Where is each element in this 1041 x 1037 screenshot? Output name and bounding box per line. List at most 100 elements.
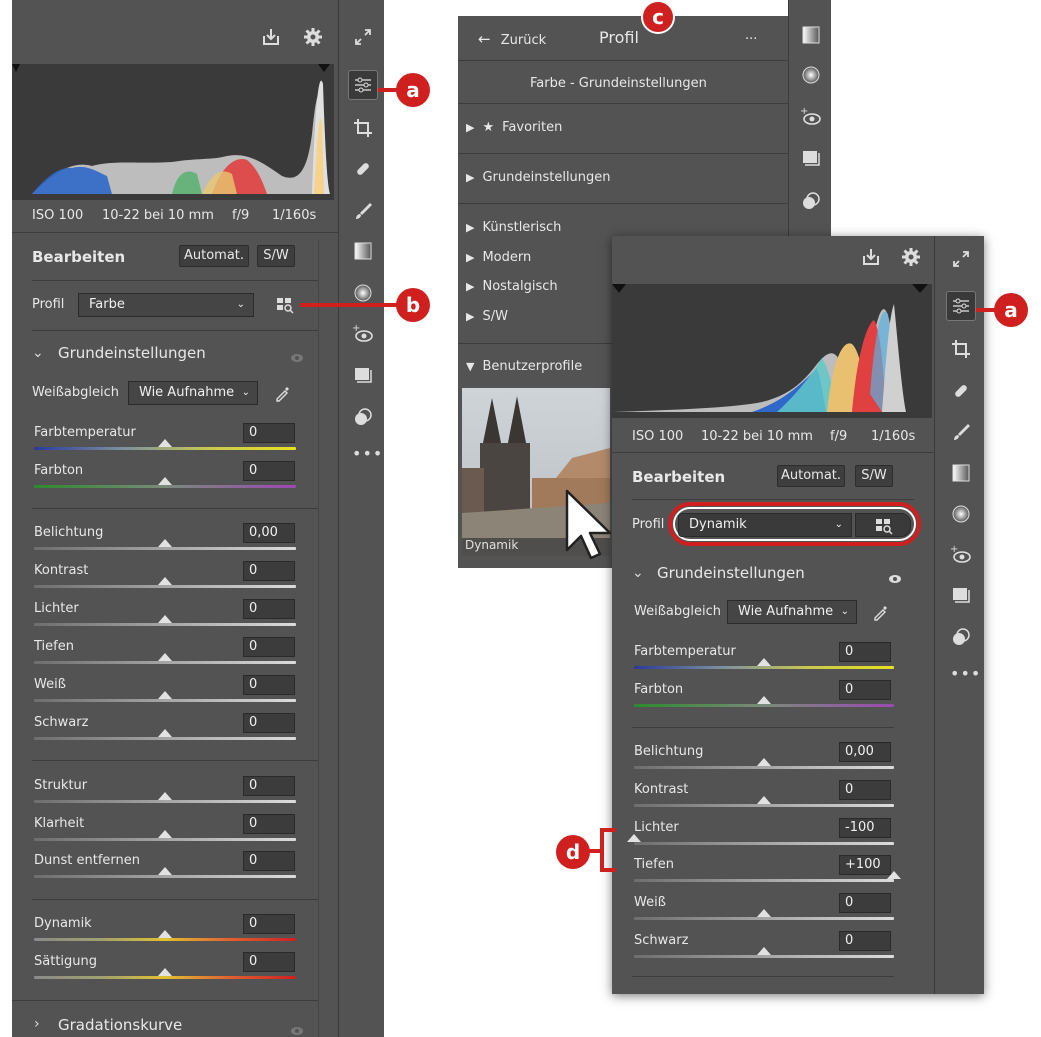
slider-thumb[interactable]: [627, 834, 641, 842]
slider-thumb[interactable]: [158, 867, 172, 875]
slider-thumb[interactable]: [757, 658, 771, 666]
auto-button[interactable]: Automat.: [777, 465, 845, 487]
slider-value-input[interactable]: +100: [839, 855, 891, 875]
slider-value-input[interactable]: 0: [243, 776, 295, 796]
slider-track[interactable]: [634, 955, 894, 958]
eyedropper-icon[interactable]: [870, 601, 892, 623]
slider-value-input[interactable]: 0: [243, 952, 295, 972]
slider-value-input[interactable]: 0,00: [839, 742, 891, 762]
section-title[interactable]: Grundeinstellungen: [657, 564, 805, 582]
profile-category-5[interactable]: ▶ Nostalgisch: [466, 279, 558, 294]
next-section-title[interactable]: Gradationskurve: [58, 1016, 182, 1034]
slider-value-input[interactable]: 0: [243, 675, 295, 695]
more-options-button[interactable]: ...: [745, 28, 757, 43]
eye-icon[interactable]: [888, 569, 902, 588]
profile-category-4[interactable]: ▶ Modern: [466, 250, 531, 265]
eye-icon[interactable]: [290, 1021, 304, 1037]
redeye-icon[interactable]: +: [352, 323, 374, 345]
linear-gradient-icon[interactable]: [950, 462, 972, 484]
slider-value-input[interactable]: -100: [839, 818, 891, 838]
slider-value-input[interactable]: 0: [243, 561, 295, 581]
export-icon[interactable]: [260, 26, 282, 48]
export-icon[interactable]: [860, 246, 882, 268]
fullscreen-icon[interactable]: [352, 26, 374, 48]
slider-thumb[interactable]: [757, 947, 771, 955]
slider-track[interactable]: [634, 666, 894, 669]
slider-value-input[interactable]: 0: [243, 713, 295, 733]
slider-value-input[interactable]: 0: [243, 423, 295, 443]
fullscreen-icon[interactable]: [950, 248, 972, 270]
slider-thumb[interactable]: [757, 696, 771, 704]
slider-thumb[interactable]: [158, 792, 172, 800]
radial-gradient-icon[interactable]: [352, 282, 374, 304]
profile-select[interactable]: Dynamik ⌄: [678, 513, 852, 537]
slider-thumb[interactable]: [158, 439, 172, 447]
gear-icon[interactable]: [302, 26, 324, 48]
redeye-icon[interactable]: +: [950, 544, 972, 566]
slider-track[interactable]: [34, 875, 296, 878]
crop-icon[interactable]: [950, 338, 972, 360]
presets-icon[interactable]: [950, 626, 972, 648]
slider-track[interactable]: [34, 699, 296, 702]
slider-value-input[interactable]: 0: [839, 642, 891, 662]
profile-browser-icon[interactable]: [274, 294, 296, 316]
radial-gradient-icon[interactable]: [800, 64, 822, 86]
slider-value-input[interactable]: 0: [839, 893, 891, 913]
slider-thumb[interactable]: [757, 758, 771, 766]
healing-icon[interactable]: [352, 158, 374, 180]
slider-thumb[interactable]: [887, 871, 901, 879]
profile-browser-button[interactable]: [855, 513, 911, 537]
more-icon[interactable]: •••: [352, 444, 383, 463]
slider-track[interactable]: [634, 842, 894, 845]
profile-category-2[interactable]: ▶ Grundeinstellungen: [466, 170, 611, 185]
slider-track[interactable]: [634, 766, 894, 769]
section-title[interactable]: Grundeinstellungen: [58, 344, 206, 362]
slider-thumb[interactable]: [158, 653, 172, 661]
slider-track[interactable]: [34, 585, 296, 588]
slider-thumb[interactable]: [158, 968, 172, 976]
brush-icon[interactable]: [950, 421, 972, 443]
presets-icon[interactable]: [352, 406, 374, 428]
gear-icon[interactable]: [900, 246, 922, 268]
redeye-icon[interactable]: +: [800, 106, 822, 128]
presets-icon[interactable]: [800, 190, 822, 212]
slider-thumb[interactable]: [158, 615, 172, 623]
slider-value-input[interactable]: 0: [243, 461, 295, 481]
wb-select[interactable]: Wie Aufnahme ⌄: [128, 381, 258, 405]
slider-thumb[interactable]: [158, 539, 172, 547]
slider-track[interactable]: [634, 879, 894, 882]
auto-button[interactable]: Automat.: [179, 245, 249, 267]
more-icon[interactable]: •••: [950, 664, 981, 683]
slider-track[interactable]: [34, 661, 296, 664]
slider-track[interactable]: [34, 800, 296, 803]
slider-value-input[interactable]: 0: [839, 680, 891, 700]
slider-value-input[interactable]: 0: [243, 599, 295, 619]
radial-gradient-icon[interactable]: [950, 503, 972, 525]
slider-value-input[interactable]: 0: [243, 914, 295, 934]
slider-track[interactable]: [34, 976, 296, 979]
slider-track[interactable]: [34, 547, 296, 550]
profile-category-7[interactable]: ▼ Benutzerprofile: [466, 359, 582, 374]
slider-thumb[interactable]: [757, 796, 771, 804]
wb-select[interactable]: Wie Aufnahme ⌄: [727, 600, 857, 624]
eyedropper-icon[interactable]: [272, 382, 294, 404]
slider-value-input[interactable]: 0: [839, 931, 891, 951]
slider-track[interactable]: [34, 447, 296, 450]
slider-thumb[interactable]: [757, 909, 771, 917]
back-button[interactable]: ← Zurück: [478, 30, 546, 48]
bw-button[interactable]: S/W: [855, 465, 893, 487]
slider-track[interactable]: [634, 804, 894, 807]
slider-thumb[interactable]: [158, 577, 172, 585]
profile-category-6[interactable]: ▶ S/W: [466, 309, 508, 324]
slider-value-input[interactable]: 0: [243, 814, 295, 834]
slider-thumb[interactable]: [158, 930, 172, 938]
crop-icon[interactable]: [352, 117, 374, 139]
slider-thumb[interactable]: [158, 691, 172, 699]
slider-track[interactable]: [34, 485, 296, 488]
slider-track[interactable]: [34, 938, 296, 941]
slider-value-input[interactable]: 0: [243, 637, 295, 657]
slider-thumb[interactable]: [158, 729, 172, 737]
linear-gradient-icon[interactable]: [800, 24, 822, 46]
snapshots-icon[interactable]: [950, 585, 972, 607]
slider-track[interactable]: [34, 623, 296, 626]
